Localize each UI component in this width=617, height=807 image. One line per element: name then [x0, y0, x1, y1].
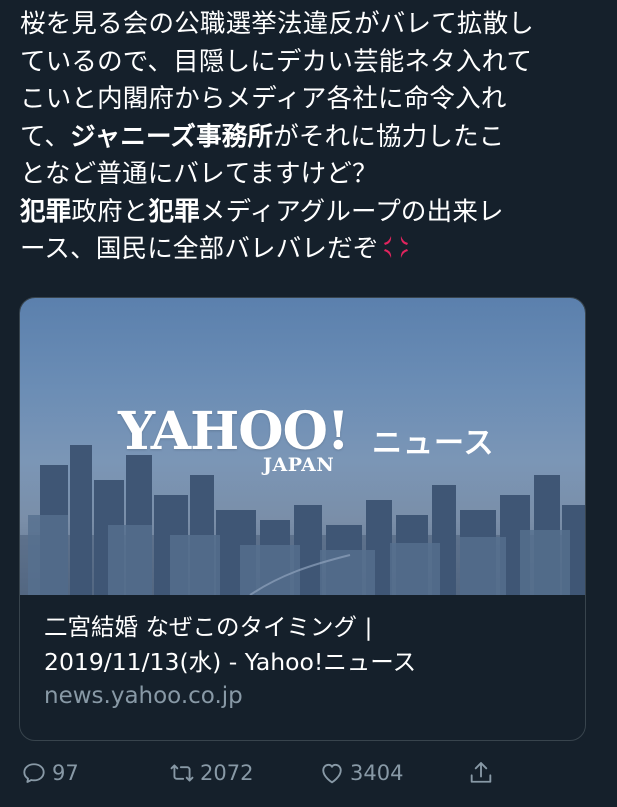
anger-symbol-icon: [383, 236, 408, 258]
tweet-text-run: 桜を見る会の公職選挙法違反がバレて拡散し: [20, 9, 535, 39]
like-button[interactable]: 3404: [318, 756, 403, 790]
tweet-line: となど普通にバレてますけど？: [20, 156, 605, 194]
tweet-text-run: こいと内閣府からメディア各社に命令入れ: [20, 84, 507, 114]
tweet-bold-text: 犯罪: [20, 196, 72, 227]
tweet-text-run: ているので、目隠しにデカい芸能ネタ入れて: [20, 46, 533, 77]
card-title-line1: 二宮結婚 なぜこのタイミング |: [44, 613, 373, 641]
tweet-text: 桜を見る会の公職選挙法違反がバレて拡散し ているので、目隠しにデカい芸能ネタ入れて…: [20, 6, 605, 269]
share-icon: [470, 762, 492, 783]
tweet-line: 犯罪政府と犯罪メディアグループの出来レ: [20, 194, 605, 232]
card-domain: news.yahoo.co.jp: [44, 683, 243, 709]
tweet-bold-text: ジャニーズ事務所: [70, 121, 274, 152]
yahoo-japan-text: JAPAN: [263, 454, 335, 476]
like-count: 3404: [350, 761, 404, 785]
tweet-text-run: がそれに協力したこ: [273, 121, 505, 152]
retweet-count: 2072: [200, 761, 254, 785]
tweet-bold-text: 犯罪: [148, 196, 200, 227]
tweet-text-run: となど普通にバレてますけど？: [20, 159, 378, 189]
tweet-actions: 97 2072 3404: [0, 756, 617, 790]
tweet-line: ース、国民に全部バレバレだぞ: [20, 231, 605, 269]
retweet-button[interactable]: 2072: [168, 756, 253, 790]
retweet-icon: [170, 764, 194, 782]
yahoo-news-text: ニュース: [372, 426, 495, 461]
tweet-line: ているので、目隠しにデカい芸能ネタ入れて: [20, 44, 605, 82]
card-title[interactable]: 二宮結婚 なぜこのタイミング | 2019/11/13(水) - Yahoo!ニ…: [44, 610, 564, 680]
reply-icon: [23, 763, 45, 783]
tweet-text-run: ース、国民に全部バレバレだぞ: [20, 234, 379, 264]
link-card[interactable]: YAHOO! JAPAN ニュース 二宮結婚 なぜこのタイミング | 2019/…: [19, 297, 586, 741]
like-icon: [322, 763, 342, 784]
tweet-text-run: て、: [20, 121, 71, 152]
reply-button[interactable]: 97: [20, 756, 79, 790]
card-title-line2: 2019/11/13(水) - Yahoo!ニュース: [44, 648, 417, 676]
share-button[interactable]: [467, 756, 499, 790]
tweet-line: て、ジャニーズ事務所がそれに協力したこ: [20, 119, 605, 157]
card-image[interactable]: YAHOO! JAPAN ニュース: [20, 298, 585, 595]
tweet-line: こいと内閣府からメディア各社に命令入れ: [20, 81, 605, 119]
reply-count: 97: [52, 761, 79, 785]
tweet-text-run: メディアグループの出来レ: [199, 196, 504, 227]
tweet-line: 桜を見る会の公職選挙法違反がバレて拡散し: [20, 6, 605, 44]
tweet-text-run: 政府と: [71, 196, 149, 227]
yahoo-logo-text: YAHOO!: [118, 401, 350, 462]
